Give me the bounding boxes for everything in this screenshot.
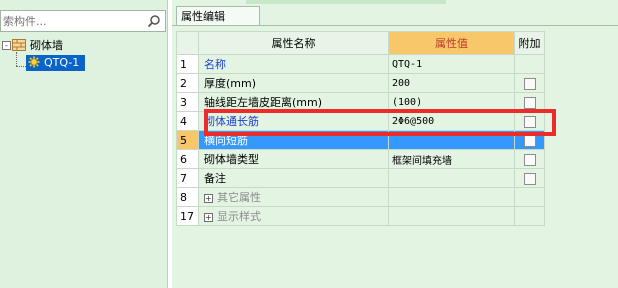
row-number: 8 xyxy=(176,187,199,207)
table-row[interactable]: 4 砌体通长筋 2Φ6@500 xyxy=(176,111,545,131)
extra-checkbox[interactable] xyxy=(523,96,536,109)
property-name[interactable]: 备注 xyxy=(198,168,389,188)
property-name[interactable]: 名称 xyxy=(198,54,389,74)
grid-header-row: 属性名称 属性值 附加 xyxy=(176,31,545,55)
extra-checkbox[interactable] xyxy=(523,115,536,128)
extra-checkbox[interactable] xyxy=(523,153,536,166)
gear-icon xyxy=(28,56,40,68)
property-name[interactable]: 厚度(mm) xyxy=(198,73,389,93)
component-tree: - 砌体墙 xyxy=(0,37,166,54)
property-group-label: 其它属性 xyxy=(217,191,261,204)
tab-property-edit[interactable]: 属性编辑 xyxy=(176,6,260,26)
row-number: 17 xyxy=(176,206,199,226)
property-name-header[interactable]: 属性名称 xyxy=(198,31,389,55)
tree-connector xyxy=(16,52,17,66)
property-value xyxy=(388,187,515,207)
property-group-name[interactable]: + 显示样式 xyxy=(198,206,389,226)
row-number: 3 xyxy=(176,92,199,112)
extra-cell xyxy=(514,149,545,169)
tree-node-label: 砌体墙 xyxy=(30,39,63,52)
row-number: 5 xyxy=(176,130,199,150)
expand-icon[interactable]: + xyxy=(204,213,213,222)
table-row-group[interactable]: 8 + 其它属性 xyxy=(176,187,545,207)
extra-cell xyxy=(514,92,545,112)
component-tree-panel: - 砌体墙 QTQ-1 xyxy=(0,0,168,288)
tab-divider xyxy=(172,25,618,26)
property-editor-panel: 属性编辑 属性名称 属性值 附加 1 名称 QTQ-1 2 厚度(mm) 200… xyxy=(172,0,618,288)
tree-node-qtq-1[interactable]: QTQ-1 xyxy=(26,55,86,71)
extra-checkbox[interactable] xyxy=(523,134,536,147)
property-group-name[interactable]: + 其它属性 xyxy=(198,187,389,207)
row-number: 1 xyxy=(176,54,199,74)
row-number: 2 xyxy=(176,73,199,93)
extra-cell xyxy=(514,168,545,188)
table-row[interactable]: 1 名称 QTQ-1 xyxy=(176,54,545,74)
table-row-group[interactable]: 17 + 显示样式 xyxy=(176,206,545,226)
search-icon[interactable] xyxy=(147,14,161,28)
property-name[interactable]: 轴线距左墙皮距离(mm) xyxy=(198,92,389,112)
property-value[interactable]: 框架间填充墙 xyxy=(388,149,515,169)
property-name[interactable]: 砌体通长筋 xyxy=(198,111,389,131)
search-input[interactable] xyxy=(3,13,143,29)
tree-node-masonry-wall[interactable]: - 砌体墙 xyxy=(0,37,166,54)
tree-node-label: QTQ-1 xyxy=(44,56,80,69)
property-value xyxy=(388,206,515,226)
table-row[interactable]: 2 厚度(mm) 200 xyxy=(176,73,545,93)
property-value[interactable]: (100) xyxy=(388,92,515,112)
row-number: 4 xyxy=(176,111,199,131)
extra-header[interactable]: 附加 xyxy=(514,31,545,55)
table-row[interactable]: 3 轴线距左墙皮距离(mm) (100) xyxy=(176,92,545,112)
extra-cell xyxy=(514,54,545,74)
extra-cell xyxy=(514,73,545,93)
extra-cell xyxy=(514,206,545,226)
property-group-label: 显示样式 xyxy=(217,210,261,223)
table-row[interactable]: 6 砌体墙类型 框架间填充墙 xyxy=(176,149,545,169)
row-number: 6 xyxy=(176,149,199,169)
extra-checkbox[interactable] xyxy=(523,172,536,185)
row-number-header xyxy=(176,31,199,55)
property-value[interactable]: QTQ-1 xyxy=(388,54,515,74)
extra-cell xyxy=(514,130,545,150)
table-row-selected[interactable]: 5 横向短筋 xyxy=(176,130,545,150)
collapse-toggle[interactable]: - xyxy=(2,41,11,50)
expand-icon[interactable]: + xyxy=(204,194,213,203)
row-number: 7 xyxy=(176,168,199,188)
table-row[interactable]: 7 备注 xyxy=(176,168,545,188)
search-box[interactable] xyxy=(0,10,166,32)
property-value-header[interactable]: 属性值 xyxy=(388,31,515,55)
panel-strip xyxy=(246,0,446,4)
wall-folder-icon xyxy=(12,39,26,51)
property-value[interactable]: 2Φ6@500 xyxy=(388,111,515,131)
property-name[interactable]: 砌体墙类型 xyxy=(198,149,389,169)
tree-connector xyxy=(16,66,26,67)
property-value[interactable] xyxy=(388,130,515,150)
extra-checkbox[interactable] xyxy=(523,77,536,90)
extra-cell xyxy=(514,187,545,207)
property-grid: 属性名称 属性值 附加 1 名称 QTQ-1 2 厚度(mm) 200 3 轴线… xyxy=(176,31,545,226)
property-name[interactable]: 横向短筋 xyxy=(198,130,389,150)
extra-cell xyxy=(514,111,545,131)
property-value[interactable] xyxy=(388,168,515,188)
property-value[interactable]: 200 xyxy=(388,73,515,93)
